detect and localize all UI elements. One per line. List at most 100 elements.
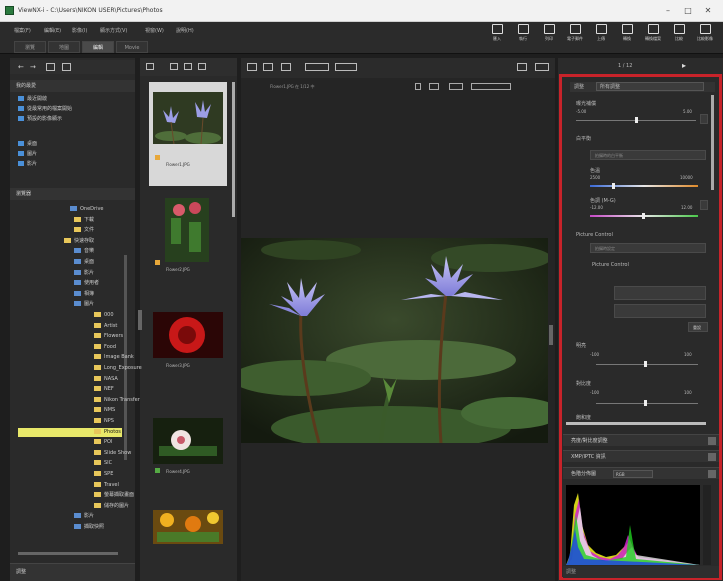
- folder-tree-item[interactable]: 下載: [74, 216, 94, 225]
- menu-window[interactable]: 視窗(W): [145, 27, 164, 34]
- folder-tree-item[interactable]: 桌面: [74, 258, 94, 267]
- section-expand-icon[interactable]: [708, 453, 716, 461]
- folder-tree-item[interactable]: Travel: [94, 481, 119, 490]
- compare-images-button[interactable]: 比較影像: [694, 24, 716, 42]
- thumbnail-scrollbar[interactable]: [232, 82, 235, 217]
- sort-order-dropdown[interactable]: [305, 63, 329, 71]
- picture-control-detail-1[interactable]: [614, 286, 706, 300]
- contrast-slider-knob[interactable]: [644, 400, 647, 406]
- maximize-button[interactable]: □: [681, 5, 695, 17]
- menu-edit[interactable]: 編輯(E): [44, 27, 61, 34]
- grid-view-icon[interactable]: [46, 63, 55, 71]
- rotate-left-icon[interactable]: [170, 63, 178, 70]
- reset-button[interactable]: 重設: [688, 322, 708, 332]
- panel-horizontal-scrollbar[interactable]: [566, 422, 706, 425]
- temperature-slider[interactable]: [590, 185, 698, 187]
- filter-icon[interactable]: [198, 63, 206, 70]
- left-panel-toggle[interactable]: [138, 310, 142, 330]
- focus-point-icon[interactable]: [449, 83, 463, 90]
- picture-control-detail-2[interactable]: [614, 304, 706, 318]
- folder-tree-item[interactable]: 音樂: [74, 247, 94, 256]
- folder-tree-item[interactable]: 擷取快照: [74, 523, 104, 532]
- folder-tree-item[interactable]: 使用者: [74, 279, 99, 288]
- thumbnail-item[interactable]: [149, 510, 227, 546]
- folder-tree-item[interactable]: NEF: [94, 385, 114, 394]
- folder-tree-item[interactable]: OneDrive: [70, 205, 104, 214]
- folder-tree-item[interactable]: Nikon Transfer: [94, 396, 140, 405]
- file-convert-button[interactable]: 轉換檔案: [642, 24, 664, 42]
- white-balance-dropdown[interactable]: 拍攝時的白平衡: [590, 150, 706, 160]
- folder-tree-item[interactable]: 000: [94, 311, 114, 320]
- tint-slider-knob[interactable]: [642, 213, 645, 219]
- adjustment-scrollbar[interactable]: [711, 95, 714, 190]
- minimize-button[interactable]: –: [661, 5, 675, 17]
- favorites-item[interactable]: 最近開啟: [18, 95, 47, 104]
- right-panel-toggle[interactable]: [549, 325, 553, 345]
- nav-bottom-label[interactable]: 調整: [16, 568, 26, 575]
- rating-stars[interactable]: [471, 83, 511, 90]
- contrast-slider[interactable]: [596, 403, 698, 404]
- favorites-header[interactable]: 我的最愛: [10, 80, 135, 92]
- menu-view[interactable]: 顯示方式(V): [100, 27, 127, 34]
- brightness-slider[interactable]: [596, 364, 698, 365]
- histogram-channel-dropdown[interactable]: RGB: [613, 470, 653, 478]
- folder-tree-item[interactable]: SIC: [94, 459, 112, 468]
- rotate-right-icon[interactable]: [184, 63, 192, 70]
- brightness-slider-knob[interactable]: [644, 361, 647, 367]
- folder-tree-item[interactable]: NMS: [94, 406, 115, 415]
- folder-tree-item[interactable]: 圖片: [74, 300, 94, 309]
- print-button[interactable]: 列印: [538, 24, 560, 42]
- convert-button[interactable]: 轉換: [616, 24, 638, 42]
- histogram-toggle-icon[interactable]: [429, 83, 439, 90]
- section-expand-icon[interactable]: [708, 437, 716, 445]
- folder-tree-item[interactable]: Flowers: [94, 332, 123, 341]
- mail-button[interactable]: 電子郵件: [564, 24, 586, 42]
- folder-tree-item[interactable]: 影片: [74, 512, 94, 521]
- menu-file[interactable]: 檔案(F): [14, 27, 31, 34]
- folder-tree-item[interactable]: Food: [94, 343, 116, 352]
- tab-edit[interactable]: 編輯: [82, 41, 114, 53]
- folder-tree-item[interactable]: Image Bank: [94, 353, 134, 362]
- compare-button[interactable]: 比較: [668, 24, 690, 42]
- thumbnail-item-selected[interactable]: Flower1.JPG: [149, 82, 227, 186]
- tab-map[interactable]: 地圖: [48, 41, 80, 53]
- thumbnail-size-icon[interactable]: [146, 63, 154, 70]
- sort-icon[interactable]: [281, 63, 291, 71]
- tab-browse[interactable]: 瀏覽: [14, 41, 46, 53]
- temperature-slider-knob[interactable]: [612, 183, 615, 189]
- upload-button[interactable]: 上傳: [590, 24, 612, 42]
- expand-icon[interactable]: [535, 63, 549, 71]
- trash-icon[interactable]: [517, 63, 527, 71]
- places-item[interactable]: 圖片: [18, 150, 37, 159]
- exposure-slider-knob[interactable]: [635, 117, 638, 123]
- places-item[interactable]: 影片: [18, 160, 37, 169]
- view-mode-icon[interactable]: [247, 63, 257, 71]
- thumbnail-item[interactable]: Flower4.JPG: [149, 418, 227, 488]
- section-brightness-contrast[interactable]: 亮度/對比度調整: [563, 434, 719, 446]
- filter-dropdown[interactable]: [335, 63, 357, 71]
- back-arrow-icon[interactable]: ←: [18, 61, 24, 73]
- close-button[interactable]: ✕: [701, 5, 715, 17]
- tab-movie[interactable]: Movie: [116, 41, 148, 53]
- folder-tree-item[interactable]: NPS: [94, 417, 114, 426]
- folder-tree-item[interactable]: NASA: [94, 375, 118, 384]
- folder-tree-item[interactable]: Slide Show: [94, 449, 131, 458]
- section-xmp-iptc[interactable]: XMP/IPTC 資訊: [563, 450, 719, 462]
- folder-tree-item[interactable]: 儲存的圖片: [94, 502, 129, 511]
- full-screen-icon[interactable]: [263, 63, 273, 71]
- import-button[interactable]: 匯入: [486, 24, 508, 42]
- run-button[interactable]: 執行: [512, 24, 534, 42]
- picture-control-dropdown[interactable]: 拍攝時設定: [590, 243, 706, 253]
- favorites-item[interactable]: 預設的影像顯示: [18, 115, 62, 124]
- places-item[interactable]: 桌面: [18, 140, 37, 149]
- section-expand-icon[interactable]: [708, 470, 716, 478]
- thumbnail-item[interactable]: Flower2.JPG: [149, 198, 227, 298]
- folder-tree-item[interactable]: 螢幕擷取畫面: [94, 491, 134, 500]
- section-histogram[interactable]: 色階分佈圖 RGB: [563, 467, 719, 479]
- tree-horizontal-scrollbar[interactable]: [18, 552, 118, 555]
- browser-header[interactable]: 瀏覽器: [10, 188, 135, 200]
- folder-tree-item[interactable]: 快速存取: [64, 237, 94, 246]
- folder-tree-item[interactable]: Long_Exposure: [94, 364, 142, 373]
- folder-tree-item[interactable]: 相簿: [74, 290, 94, 299]
- tint-spinner[interactable]: [700, 200, 708, 210]
